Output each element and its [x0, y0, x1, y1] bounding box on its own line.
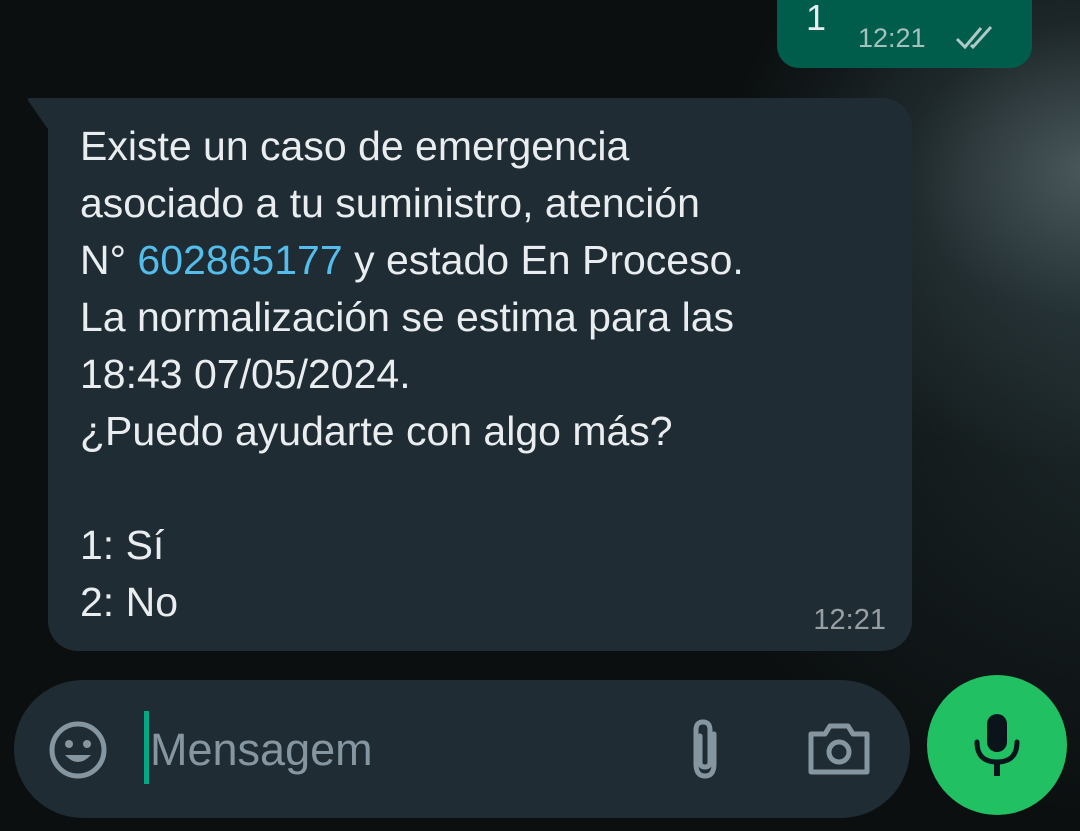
option-line-1: 1: Sí — [80, 522, 165, 568]
received-message-text: Existe un caso de emergencia asociado a … — [80, 118, 880, 631]
message-line: N° 602865177 y estado En Proceso. — [80, 232, 880, 289]
paperclip-icon[interactable] — [680, 716, 730, 782]
camera-icon[interactable] — [807, 720, 871, 776]
bubble-tail — [27, 98, 50, 132]
message-line: La normalización se estima para las — [80, 294, 735, 340]
option-line-2: 2: No — [80, 579, 178, 625]
text-caret — [144, 711, 149, 784]
case-number-link[interactable]: 602865177 — [137, 237, 342, 283]
message-line-rest: y estado En Proceso. — [354, 237, 744, 283]
number-prefix: N° — [80, 237, 127, 283]
message-line: ¿Puedo ayudarte con algo más? — [80, 408, 673, 454]
message-line: Existe un caso de emergencia — [80, 123, 630, 169]
sent-message-text: 1 — [806, 0, 827, 38]
emoji-icon[interactable] — [47, 719, 109, 781]
message-line: asociado a tu suministro, atención — [80, 180, 700, 226]
received-message-time: 12:21 — [813, 604, 886, 636]
sent-message-time: 12:21 — [858, 23, 926, 53]
microphone-icon — [974, 714, 1020, 776]
message-line: 18:43 07/05/2024. — [80, 351, 411, 397]
double-check-read-icon — [955, 25, 993, 50]
message-input[interactable]: Mensagem — [150, 718, 650, 782]
